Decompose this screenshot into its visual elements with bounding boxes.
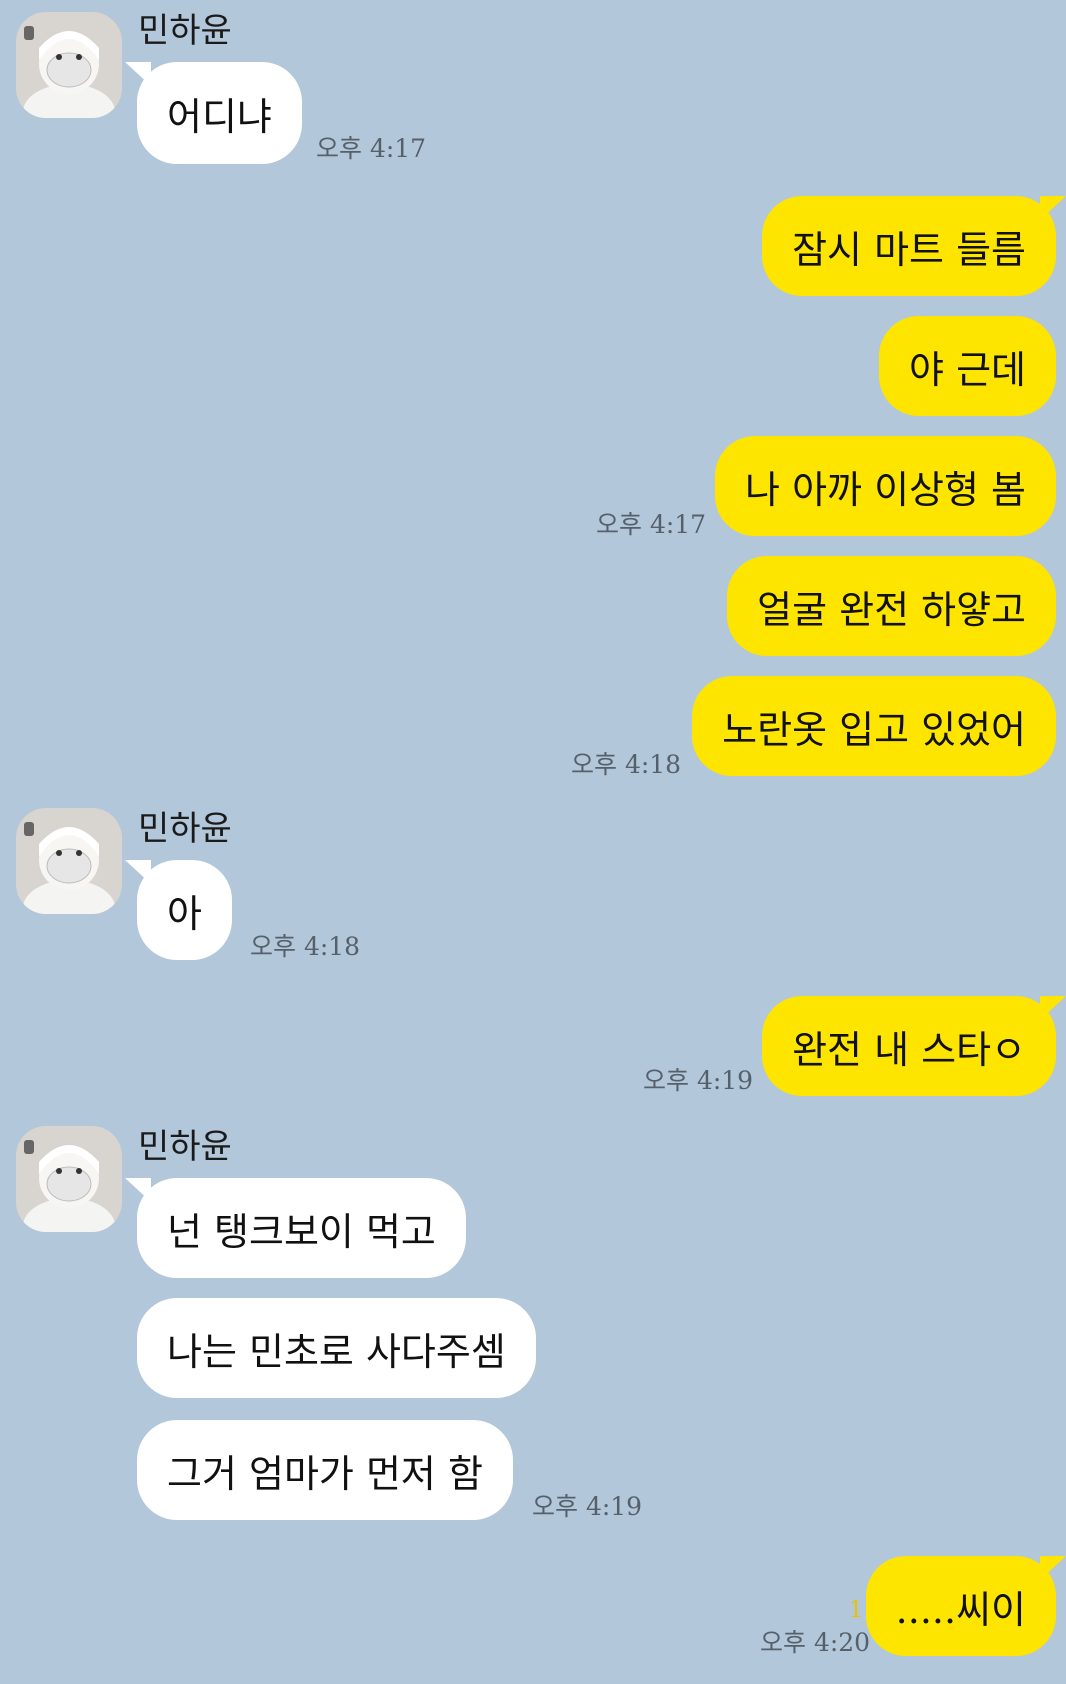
avatar-image bbox=[16, 1126, 122, 1232]
message-text: 노란옷 입고 있었어 bbox=[722, 707, 1026, 752]
message-bubble-outgoing[interactable]: 얼굴 완전 하얗고 bbox=[727, 556, 1056, 656]
message-time: 오후 4:17 bbox=[596, 510, 707, 539]
message-time: 오후 4:19 bbox=[532, 1492, 643, 1521]
message-bubble-outgoing[interactable]: .....씨이 bbox=[865, 1556, 1066, 1656]
profile-avatar[interactable] bbox=[16, 1126, 122, 1232]
message-text: 야 근데 bbox=[909, 347, 1026, 392]
message-bubble-incoming[interactable]: 나는 민초로 사다주셈 bbox=[137, 1298, 536, 1398]
unread-count: 1 bbox=[849, 1598, 863, 1623]
message-text: 얼굴 완전 하얗고 bbox=[757, 587, 1026, 632]
message-time: 오후 4:18 bbox=[571, 750, 682, 779]
message-bubble-outgoing[interactable]: 노란옷 입고 있었어 bbox=[692, 676, 1056, 776]
message-text: 아 bbox=[167, 891, 202, 936]
avatar-image bbox=[16, 808, 122, 914]
message-text: 나 아까 이상형 봄 bbox=[745, 467, 1026, 512]
sender-name: 민하윤 bbox=[138, 809, 232, 849]
message-text: 잠시 마트 들름 bbox=[792, 227, 1026, 272]
sender-name: 민하윤 bbox=[138, 1127, 232, 1167]
chat-room[interactable]: 민하윤 어디냐 오후 4:17 잠시 마트 들름 야 근데 나 아까 이상형 봄… bbox=[0, 0, 1066, 1684]
message-bubble-incoming[interactable]: 그거 엄마가 먼저 함 bbox=[137, 1420, 513, 1520]
message-time: 오후 4:19 bbox=[643, 1066, 754, 1095]
message-bubble-incoming[interactable]: 아 bbox=[125, 860, 232, 960]
message-bubble-outgoing[interactable]: 나 아까 이상형 봄 bbox=[715, 436, 1056, 536]
message-text: 넌 탱크보이 먹고 bbox=[167, 1209, 436, 1254]
message-time: 오후 4:18 bbox=[250, 932, 361, 961]
message-bubble-outgoing[interactable]: 잠시 마트 들름 bbox=[762, 196, 1066, 296]
message-bubble-outgoing[interactable]: 완전 내 스타ㅇ bbox=[762, 996, 1066, 1096]
avatar-image bbox=[16, 12, 122, 118]
message-text: 완전 내 스타ㅇ bbox=[792, 1027, 1026, 1072]
sender-name: 민하윤 bbox=[138, 11, 232, 51]
profile-avatar[interactable] bbox=[16, 12, 122, 118]
message-text: 나는 민초로 사다주셈 bbox=[167, 1329, 506, 1374]
message-text: .....씨이 bbox=[895, 1587, 1026, 1632]
profile-avatar[interactable] bbox=[16, 808, 122, 914]
message-time: 오후 4:20 bbox=[760, 1628, 871, 1657]
message-bubble-incoming[interactable]: 넌 탱크보이 먹고 bbox=[125, 1178, 466, 1278]
message-text: 그거 엄마가 먼저 함 bbox=[167, 1451, 483, 1496]
message-bubble-incoming[interactable]: 어디냐 bbox=[125, 62, 302, 164]
message-text: 어디냐 bbox=[167, 94, 272, 139]
message-time: 오후 4:17 bbox=[316, 134, 427, 163]
message-bubble-outgoing[interactable]: 야 근데 bbox=[879, 316, 1056, 416]
